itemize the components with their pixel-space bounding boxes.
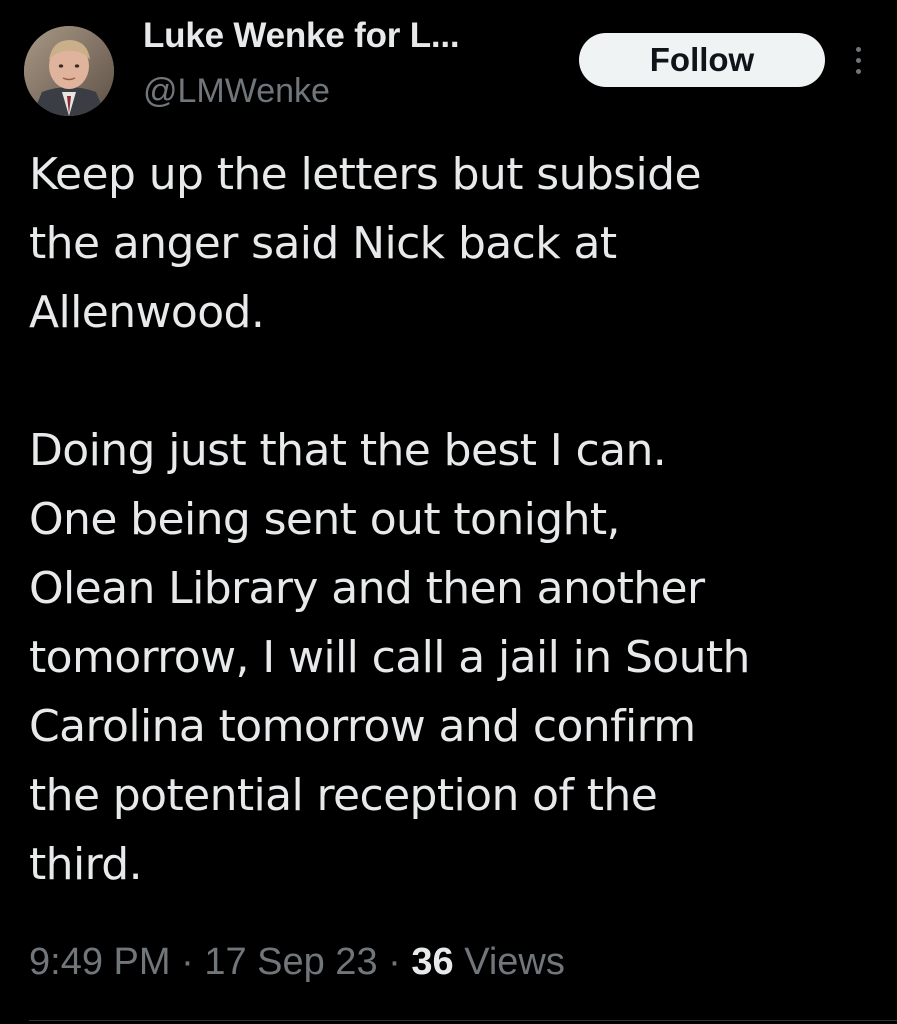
views-label: Views (453, 941, 565, 983)
more-options-icon[interactable] (846, 38, 870, 82)
tweet: Luke Wenke for L... @LMWenke Follow Keep… (0, 0, 897, 1024)
avatar-image (24, 26, 114, 116)
tweet-text: Keep up the letters but subside the ange… (29, 140, 879, 899)
meta-separator: · (170, 941, 205, 983)
more-dot (855, 46, 861, 52)
more-dot (855, 57, 861, 63)
tweet-meta: 9:49 PM · 17 Sep 23 · 36 Views (29, 941, 565, 984)
tweet-paragraph: Keep up the letters but subside the ange… (29, 149, 702, 338)
user-handle[interactable]: @LMWenke (143, 72, 330, 111)
divider (29, 1020, 897, 1021)
views-count: 36 (411, 941, 454, 983)
more-dot (855, 68, 861, 74)
avatar[interactable] (24, 26, 114, 116)
follow-button[interactable]: Follow (579, 33, 825, 87)
meta-separator: · (377, 941, 412, 983)
display-name[interactable]: Luke Wenke for L... (143, 16, 460, 56)
tweet-time[interactable]: 9:49 PM (29, 941, 171, 983)
tweet-date[interactable]: 17 Sep 23 (204, 941, 377, 983)
tweet-paragraph: Doing just that the best I can. One bein… (29, 425, 750, 890)
